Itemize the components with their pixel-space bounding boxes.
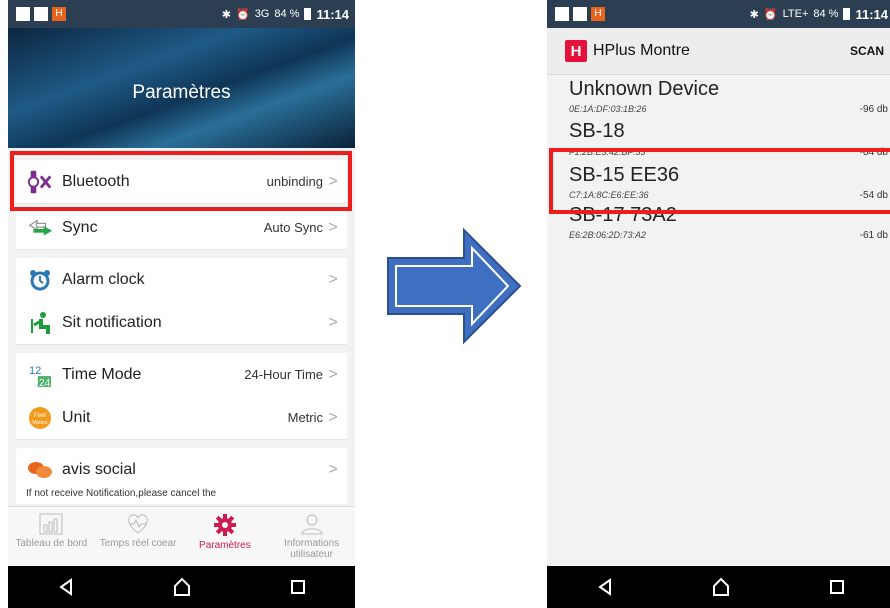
user-icon: [301, 514, 323, 535]
tab-label: Informations utilisateur: [284, 538, 340, 560]
notification-icon: [573, 7, 587, 21]
svg-text:24: 24: [39, 378, 51, 387]
settings-row-label: Unit: [62, 408, 91, 426]
settings-row-label: Sit notification: [62, 313, 162, 331]
home-icon[interactable]: [711, 577, 731, 597]
highlight-bluetooth-row: [10, 151, 352, 211]
android-nav-bar: [547, 566, 890, 608]
scan-button[interactable]: SCAN: [850, 44, 884, 58]
bluetooth-icon: ✱: [749, 8, 759, 21]
device-name: SB-18: [569, 120, 625, 142]
device-scan-screen: H ✱ ⏰ LTE+ 84 % 11:14 H HPlus Montre SCA…: [547, 0, 890, 608]
settings-row-unit[interactable]: Feet Meters Unit Metric >: [16, 396, 347, 440]
feet-meters-icon: Feet Meters: [26, 406, 54, 430]
android-nav-bar: [8, 566, 355, 608]
recents-icon[interactable]: [828, 578, 846, 596]
alarm-clock-icon: [26, 268, 54, 292]
settings-row-label: Sync: [62, 218, 98, 236]
settings-row-label: Alarm clock: [62, 270, 145, 288]
alarm-icon: ⏰: [763, 8, 778, 21]
back-icon[interactable]: [57, 578, 75, 596]
tab-label: Tableau de bord: [15, 538, 88, 549]
tab-user-info[interactable]: Informations utilisateur: [268, 507, 355, 567]
notification-icon: [34, 7, 48, 21]
settings-row-label: Time Mode: [62, 365, 142, 383]
sitting-person-icon: [26, 311, 54, 335]
settings-row-alarm[interactable]: Alarm clock >: [16, 258, 347, 302]
home-icon[interactable]: [172, 577, 192, 597]
status-bar: H ✱ ⏰ LTE+ 84 % 11:14: [547, 0, 890, 28]
app-logo: H: [565, 40, 587, 62]
settings-row-value: Auto Sync: [263, 220, 323, 235]
tab-dashboard[interactable]: Tableau de bord: [8, 507, 95, 567]
app-bar: H HPlus Montre SCAN: [547, 28, 890, 75]
recents-icon[interactable]: [289, 578, 307, 596]
page-title: Paramètres: [132, 82, 231, 103]
battery-icon: [304, 8, 312, 20]
chevron-right-icon: >: [328, 365, 338, 383]
bottom-tab-bar: Tableau de bord Temps réel coear Paramèt…: [8, 506, 355, 567]
gear-icon: [213, 514, 236, 536]
back-icon[interactable]: [596, 578, 614, 596]
highlight-device-sb15: [549, 148, 890, 214]
device-row-unknown[interactable]: Unknown Device 0E:1A:DF:03:1B:26 -96 db: [547, 76, 890, 120]
settings-row-value: 24-Hour Time: [244, 367, 323, 382]
tab-settings[interactable]: Paramètres: [182, 507, 269, 567]
signal-icon: LTE+: [782, 8, 809, 20]
battery-icon: [843, 8, 851, 20]
settings-screen: H ✱ ⏰ 3G 84 % 11:14 Paramètres Bluetooth…: [8, 0, 355, 608]
settings-row-social[interactable]: avis social >: [16, 448, 347, 492]
bar-chart-icon: [39, 513, 63, 535]
signal-icon: 3G: [254, 8, 270, 20]
svg-text:Feet: Feet: [34, 413, 46, 419]
gallery-icon: [555, 7, 569, 21]
time-mode-icon: 12 24 24: [26, 362, 54, 387]
app-badge-icon: H: [591, 7, 605, 21]
chevron-right-icon: >: [328, 408, 338, 426]
heart-pulse-icon: [128, 514, 148, 534]
device-address: 0E:1A:DF:03:1B:26: [569, 104, 647, 114]
flow-arrow-icon: [387, 227, 522, 345]
tab-realtime-heart[interactable]: Temps réel coear: [95, 507, 182, 567]
battery-percent: 84 %: [813, 8, 839, 20]
clock: 11:14: [316, 6, 349, 22]
svg-text:Meters: Meters: [32, 420, 48, 426]
bluetooth-icon: ✱: [221, 8, 231, 21]
device-address: E6:2B:06:2D:73:A2: [569, 230, 647, 240]
settings-row-sit-notification[interactable]: Sit notification >: [16, 301, 347, 345]
settings-row-label: avis social: [62, 460, 136, 478]
settings-row-value: Metric: [287, 410, 323, 425]
chevron-right-icon: >: [328, 270, 338, 288]
svg-text:12: 12: [29, 365, 41, 377]
chevron-right-icon: >: [328, 218, 338, 236]
battery-percent: 84 %: [274, 8, 300, 20]
app-badge-icon: H: [52, 7, 66, 21]
device-rssi: -96 db: [859, 104, 888, 115]
social-note: If not receive Notification,please cance…: [16, 488, 347, 504]
settings-row-sync[interactable]: Sync Auto Sync >: [16, 206, 347, 250]
tab-label: Temps réel coear: [99, 538, 177, 549]
clock: 11:14: [855, 6, 888, 22]
settings-header: Paramètres: [8, 28, 355, 148]
tab-label: Paramètres: [199, 540, 251, 551]
alarm-icon: ⏰: [235, 8, 250, 21]
chevron-right-icon: >: [328, 313, 338, 331]
chevron-right-icon: >: [328, 460, 338, 478]
settings-row-time-mode[interactable]: 12 24 24 Time Mode 24-Hour Time >: [16, 353, 347, 397]
sync-arrows-icon: [26, 216, 54, 240]
chat-bubbles-icon: [26, 458, 54, 482]
gallery-icon: [16, 7, 30, 21]
device-rssi: -61 db: [859, 230, 888, 241]
app-title: HPlus Montre: [593, 42, 690, 59]
status-bar: H ✱ ⏰ 3G 84 % 11:14: [8, 0, 355, 28]
device-name: Unknown Device: [569, 78, 720, 100]
